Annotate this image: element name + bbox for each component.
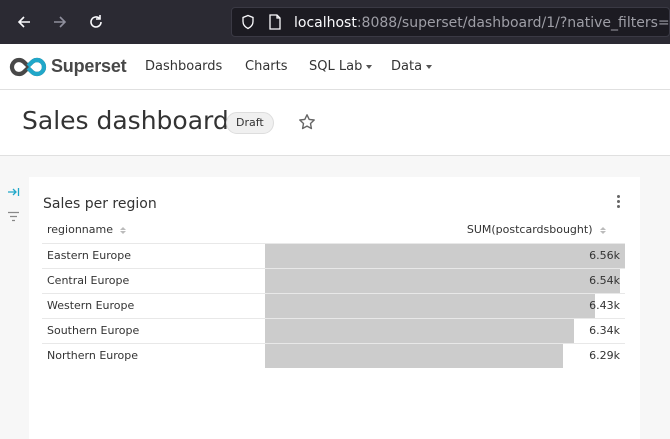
value-cell: 6.56k <box>265 244 625 268</box>
superset-infinity-icon <box>9 57 47 76</box>
value-bar <box>265 244 625 268</box>
column-header-label: SUM(postcardsbought) <box>466 223 593 236</box>
value-bar <box>265 319 575 343</box>
superset-logo[interactable]: Superset <box>9 56 127 77</box>
star-icon <box>299 114 315 130</box>
table-row: Central Europe 6.54k <box>42 268 625 293</box>
favorite-star-button[interactable] <box>298 113 316 135</box>
region-cell: Southern Europe <box>47 324 140 337</box>
filter-icon <box>8 211 19 222</box>
value-label: 6.54k <box>589 274 620 287</box>
table-row: Eastern Europe 6.56k <box>42 243 625 268</box>
column-header-label: regionname <box>47 223 113 236</box>
filter-button[interactable] <box>7 207 20 226</box>
filter-sidebar-collapsed <box>0 156 28 439</box>
dashboard-title[interactable]: Sales dashboard <box>22 106 229 135</box>
more-vertical-icon <box>614 195 622 208</box>
region-cell: Northern Europe <box>47 349 139 362</box>
column-header-regionname[interactable]: regionname <box>47 219 127 243</box>
value-label: 6.34k <box>589 324 620 337</box>
url-text: localhost:8088/superset/dashboard/1/?nat… <box>294 15 670 31</box>
column-header-sum[interactable]: SUM(postcardsbought) <box>467 219 606 243</box>
menu-sql-lab-label: SQL Lab <box>309 59 363 74</box>
menu-data[interactable]: Data <box>391 59 433 74</box>
value-cell: 6.54k <box>265 269 625 293</box>
value-bar <box>265 294 595 318</box>
caret-down-icon <box>426 64 433 69</box>
value-cell: 6.43k <box>265 294 625 318</box>
region-cell: Western Europe <box>47 299 135 312</box>
address-bar[interactable]: localhost:8088/superset/dashboard/1/?nat… <box>231 7 670 37</box>
menu-charts[interactable]: Charts <box>245 59 288 74</box>
reload-icon <box>90 15 102 28</box>
sort-icon <box>600 226 606 234</box>
browser-toolbar: localhost:8088/superset/dashboard/1/?nat… <box>0 0 670 44</box>
expand-filters-button[interactable] <box>7 182 20 201</box>
reload-button[interactable] <box>84 10 108 34</box>
expand-right-icon <box>8 188 20 196</box>
back-button[interactable] <box>12 10 36 34</box>
table-row: Northern Europe 6.29k <box>42 343 625 368</box>
region-cell: Central Europe <box>47 274 130 287</box>
value-label: 6.29k <box>589 349 620 362</box>
chart-card: Sales per region regionname SUM(postcard… <box>29 177 640 439</box>
value-bar <box>265 269 621 293</box>
region-cell: Eastern Europe <box>47 249 131 262</box>
sort-icon <box>120 226 127 234</box>
caret-down-icon <box>366 64 373 69</box>
value-label: 6.43k <box>589 299 620 312</box>
table-row: Southern Europe 6.34k <box>42 318 625 343</box>
value-cell: 6.29k <box>265 344 625 368</box>
status-badge[interactable]: Draft <box>226 112 274 134</box>
dashboard-header: Sales dashboard Draft <box>0 90 670 156</box>
menu-dashboards-label: Dashboards <box>145 59 223 74</box>
value-bar <box>265 344 563 368</box>
url-path: :8088/superset/dashboard/1/?native_filte… <box>356 15 670 31</box>
app-navbar: Superset Dashboards Charts SQL Lab Data <box>0 44 670 90</box>
url-host: localhost <box>294 15 357 31</box>
menu-charts-label: Charts <box>245 59 288 74</box>
chart-menu-button[interactable] <box>614 195 622 211</box>
shield-icon <box>242 14 254 30</box>
arrow-right-icon <box>54 16 67 28</box>
chart-title[interactable]: Sales per region <box>43 196 157 212</box>
menu-dashboards[interactable]: Dashboards <box>145 59 222 74</box>
value-cell: 6.34k <box>265 319 625 343</box>
arrow-left-icon <box>17 16 30 28</box>
menu-sql-lab[interactable]: SQL Lab <box>309 59 373 74</box>
value-label: 6.56k <box>589 249 620 262</box>
forward-button[interactable] <box>48 10 72 34</box>
menu-data-label: Data <box>391 59 423 74</box>
page-icon <box>269 14 281 30</box>
brand-name: Superset <box>51 56 127 76</box>
table-row: Western Europe 6.43k <box>42 293 625 318</box>
